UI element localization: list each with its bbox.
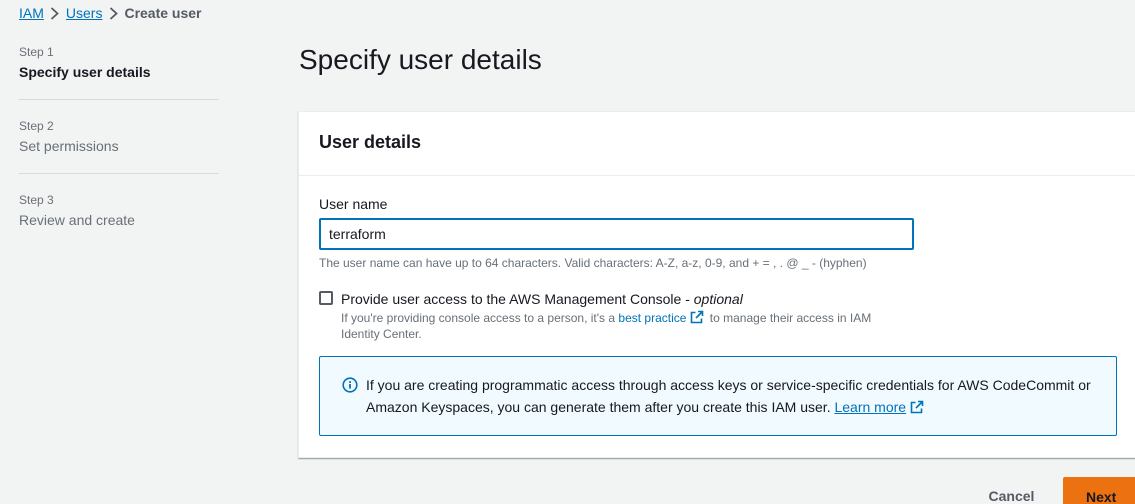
- step-label: Set permissions: [19, 138, 119, 154]
- breadcrumb: IAM Users Create user: [19, 4, 202, 22]
- panel-title: User details: [319, 132, 422, 152]
- breadcrumb-iam-link[interactable]: IAM: [19, 5, 44, 21]
- step-number: Step 3: [19, 193, 54, 207]
- console-access-text: Provide user access to the AWS Managemen…: [341, 290, 886, 342]
- console-access-checkbox[interactable]: [319, 291, 333, 305]
- chevron-right-icon: [44, 6, 66, 20]
- step-label: Review and create: [19, 212, 135, 228]
- step-number: Step 1: [19, 45, 54, 59]
- page-title: Specify user details: [299, 44, 542, 75]
- info-message: If you are creating programmatic access …: [366, 377, 1091, 415]
- info-text: If you are creating programmatic access …: [366, 374, 1096, 435]
- wizard-steps: Step 1 Specify user details Step 2 Set p…: [19, 40, 219, 247]
- create-user-page: IAM Users Create user Step 1 Specify use…: [0, 0, 1135, 504]
- cancel-button[interactable]: Cancel: [975, 478, 1048, 504]
- best-practice-link[interactable]: best practice: [618, 311, 686, 325]
- step-label: Specify user details: [19, 64, 151, 80]
- optional-tag: optional: [693, 291, 743, 307]
- chevron-right-icon: [102, 6, 124, 20]
- wizard-step-2: Step 2 Set permissions: [19, 100, 219, 174]
- learn-more-link[interactable]: Learn more: [834, 399, 906, 415]
- username-label: User name: [319, 196, 388, 212]
- breadcrumb-users-link[interactable]: Users: [66, 5, 103, 21]
- step-number: Step 2: [19, 119, 54, 133]
- external-link-icon: [910, 400, 924, 414]
- username-input[interactable]: [319, 218, 914, 250]
- wizard-step-3: Step 3 Review and create: [19, 174, 219, 247]
- wizard-step-1: Step 1 Specify user details: [19, 40, 219, 100]
- external-link-icon: [691, 310, 704, 324]
- console-access-option: Provide user access to the AWS Managemen…: [319, 290, 886, 342]
- console-access-label-main: Provide user access to the AWS Managemen…: [341, 291, 694, 307]
- user-details-panel: User details User name The user name can…: [298, 111, 1135, 458]
- breadcrumb-current: Create user: [124, 5, 202, 21]
- panel-header: User details: [299, 112, 1135, 176]
- username-hint: The user name can have up to 64 characte…: [319, 256, 867, 270]
- desc-before: If you're providing console access to a …: [341, 311, 619, 325]
- info-alert: If you are creating programmatic access …: [319, 356, 1117, 436]
- console-access-label[interactable]: Provide user access to the AWS Managemen…: [341, 290, 886, 308]
- info-icon: [342, 377, 358, 393]
- console-access-description: If you're providing console access to a …: [341, 310, 886, 342]
- next-button[interactable]: Next: [1063, 477, 1135, 504]
